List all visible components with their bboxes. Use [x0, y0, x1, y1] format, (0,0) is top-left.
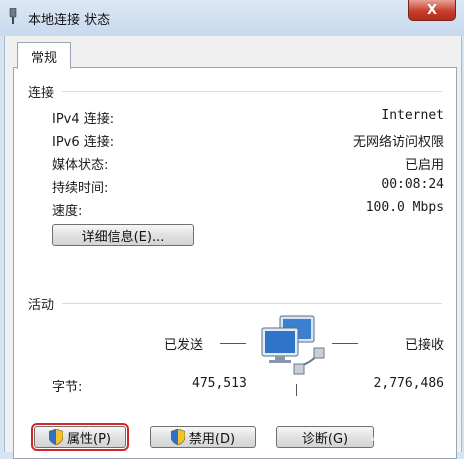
connection-group-divider — [62, 91, 442, 92]
window-title: 本地连接 状态 — [28, 13, 111, 28]
network-computers-icon — [261, 315, 325, 375]
activity-group-label: 活动 — [28, 298, 55, 313]
media-state-value: 已启用 — [404, 158, 444, 173]
activity-group-divider — [62, 303, 442, 304]
tab-general-label: 常规 — [30, 50, 57, 66]
ipv4-value: Internet — [381, 108, 444, 123]
ipv6-value: 无网络访问权限 — [352, 135, 444, 150]
bytes-sent-value: 475,513 — [192, 376, 247, 391]
close-icon: X — [426, 2, 438, 18]
activity-divider — [296, 384, 297, 396]
ipv6-label: IPv6 连接: — [52, 135, 115, 150]
properties-button-label: 属性(P) — [67, 431, 111, 447]
sent-label: 已发送 — [164, 338, 204, 353]
bytes-received-value: 2,776,486 — [373, 376, 444, 391]
watermark-name: 路由器 — [407, 409, 456, 428]
title-bar[interactable]: 本地连接 状态 X — [0, 0, 464, 36]
duration-value: 00:08:24 — [381, 177, 444, 192]
watermark-logo: ↻ 路由器 — [373, 402, 456, 432]
media-state-label: 媒体状态: — [52, 158, 109, 173]
disable-button[interactable]: 禁用(D) — [150, 426, 256, 448]
bytes-label: 字节: — [52, 380, 83, 395]
properties-button[interactable]: 属性(P) — [31, 423, 129, 451]
uac-shield-icon — [170, 429, 185, 445]
tab-general[interactable]: 常规 — [17, 42, 71, 69]
details-button-label: 详细信息(E)... — [81, 229, 165, 245]
details-button[interactable]: 详细信息(E)... — [52, 224, 194, 246]
general-panel: 连接 IPv4 连接: Internet IPv6 连接: 无网络访问权限 媒体… — [13, 67, 457, 459]
connection-group-label: 连接 — [28, 86, 55, 101]
speed-value: 100.0 Mbps — [365, 200, 444, 215]
duration-label: 持续时间: — [52, 181, 109, 196]
received-dash — [332, 343, 358, 344]
watermark-url: www.luyouqi.com — [370, 434, 450, 444]
router-logo-icon: ↻ — [373, 402, 404, 432]
disable-button-label: 禁用(D) — [188, 431, 236, 447]
dialog-client: 常规 连接 IPv4 连接: Internet IPv6 连接: 无网络访问权限… — [4, 36, 462, 459]
received-label: 已接收 — [404, 338, 444, 353]
speed-label: 速度: — [52, 204, 83, 219]
diagnose-button[interactable]: 诊断(G) — [276, 426, 374, 448]
diagnose-button-label: 诊断(G) — [301, 431, 349, 447]
ipv4-label: IPv4 连接: — [52, 112, 115, 127]
network-connection-icon — [9, 8, 17, 24]
sent-dash — [220, 343, 246, 344]
uac-shield-icon — [49, 429, 63, 445]
close-button[interactable]: X — [408, 0, 456, 21]
